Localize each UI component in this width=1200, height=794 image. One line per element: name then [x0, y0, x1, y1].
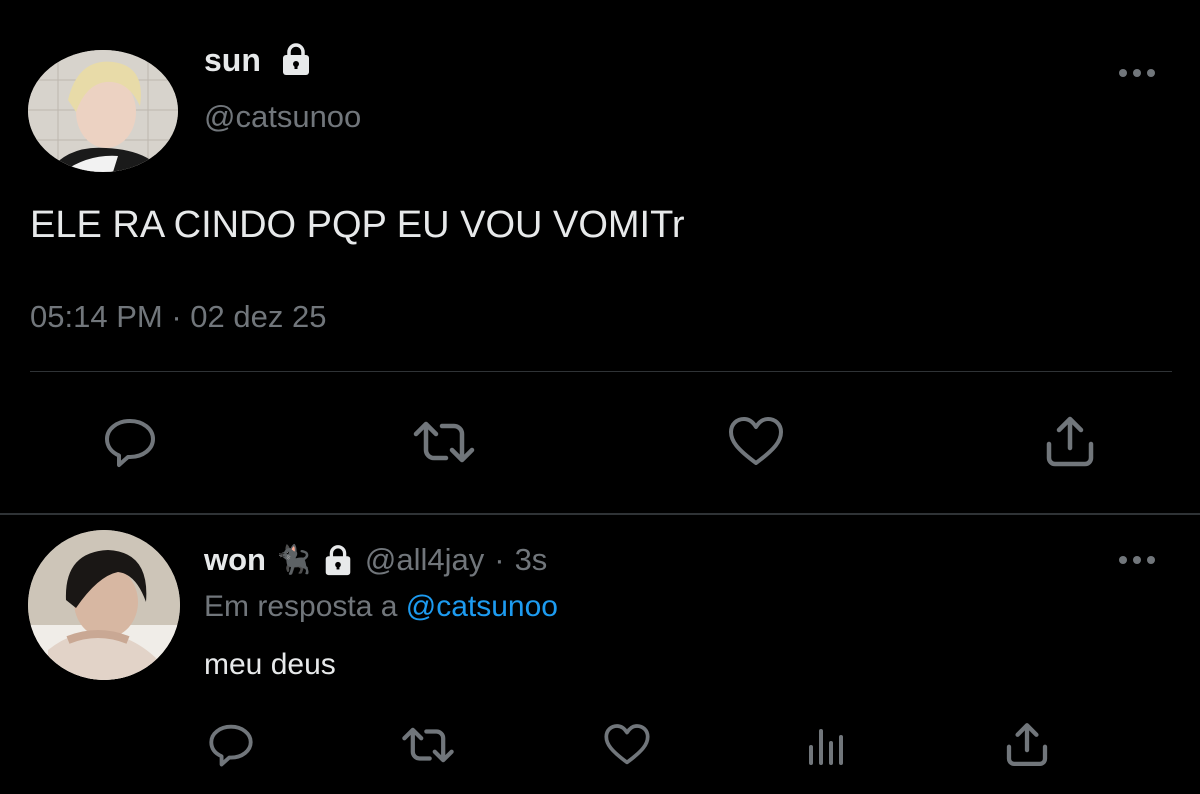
- tweet-separator: [0, 513, 1200, 515]
- retweet-button[interactable]: [412, 412, 476, 472]
- like-icon: [729, 417, 783, 465]
- reply-button[interactable]: [206, 718, 256, 768]
- like-button[interactable]: [602, 720, 652, 770]
- like-button[interactable]: [726, 412, 786, 472]
- reply-mention-link[interactable]: @catsunoo: [406, 590, 558, 623]
- tweet-timestamp[interactable]: 05:14 PM · 02 dez 25: [30, 297, 326, 337]
- author-handle[interactable]: @catsunoo: [204, 97, 361, 137]
- share-button[interactable]: [1002, 720, 1052, 770]
- meta-separator: ·: [494, 542, 505, 577]
- cat-emoji: 🐈‍⬛: [276, 544, 311, 575]
- lock-icon: [321, 543, 355, 577]
- share-icon: [1046, 416, 1094, 467]
- reply-icon: [105, 419, 155, 467]
- reply-icon: [209, 724, 253, 767]
- analytics-button[interactable]: [802, 722, 852, 768]
- more-horizontal-icon[interactable]: [1112, 545, 1162, 575]
- tweet-thread-view: sun @catsunoo ELE RA CINDO PQP EU VOU VO…: [0, 0, 1200, 794]
- retweet-icon: [402, 727, 454, 763]
- retweet-button[interactable]: [400, 720, 456, 770]
- reply-context: Em resposta a @catsunoo: [204, 587, 558, 627]
- retweet-icon: [413, 421, 475, 463]
- share-icon: [1006, 723, 1048, 766]
- author-avatar[interactable]: [28, 50, 178, 172]
- tweet-text: ELE RA CINDO PQP EU VOU VOMITr: [30, 204, 685, 246]
- reply-button[interactable]: [100, 410, 160, 470]
- avatar-photo-blond: [28, 50, 178, 172]
- avatar-photo-dark-hair: [28, 530, 180, 680]
- divider: [30, 371, 1172, 372]
- reply-author-display-name[interactable]: won: [204, 540, 266, 580]
- meta-separator: ·: [171, 299, 182, 334]
- tweet-time: 05:14 PM: [30, 299, 163, 334]
- reply-header: won 🐈‍⬛ @all4jay · 3s: [204, 540, 547, 580]
- reply-prefix: Em resposta a: [204, 590, 398, 623]
- share-button[interactable]: [1040, 412, 1100, 472]
- tweet-date: 02 dez 25: [190, 299, 327, 334]
- lock-icon: [278, 41, 314, 77]
- reply-author-avatar[interactable]: [28, 530, 180, 680]
- more-horizontal-icon[interactable]: [1112, 58, 1162, 88]
- reply-age[interactable]: 3s: [515, 540, 548, 580]
- reply-author-handle[interactable]: @all4jay: [365, 540, 484, 580]
- author-display-name[interactable]: sun: [204, 40, 261, 80]
- reply-text: meu deus: [204, 648, 336, 681]
- analytics-icon: [809, 729, 843, 765]
- like-icon: [604, 724, 650, 765]
